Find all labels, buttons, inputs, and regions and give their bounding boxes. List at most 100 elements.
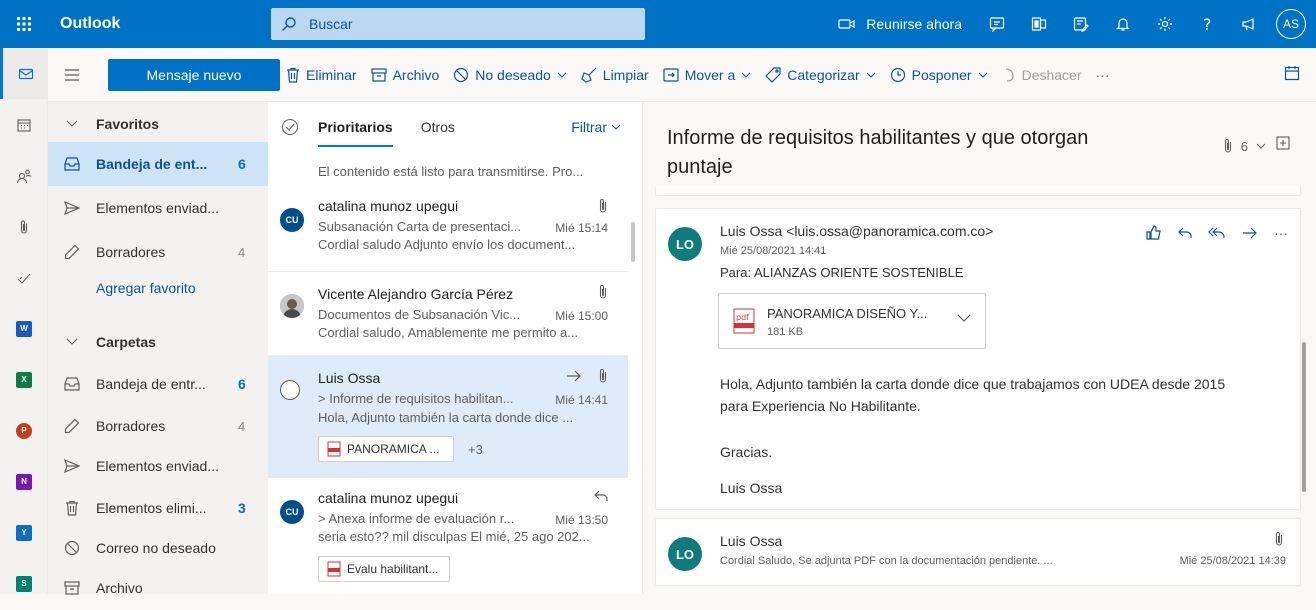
add-favorite-label: Agregar favorito: [96, 280, 196, 296]
forward-icon[interactable]: [1242, 227, 1258, 239]
tab-other[interactable]: Otros: [421, 102, 455, 152]
folder-fav-inbox[interactable]: Bandeja de ent... 6: [48, 142, 268, 186]
junk-button[interactable]: No deseado: [453, 67, 567, 83]
unread-count: 3: [238, 500, 246, 516]
categorize-button[interactable]: Categorizar: [765, 67, 876, 83]
notes-icon[interactable]: [1060, 0, 1102, 48]
unread-count: 6: [238, 376, 246, 392]
recipients[interactable]: Para: ALIANZAS ORIENTE SOSTENIBLE: [720, 265, 963, 280]
delete-label: Eliminar: [306, 67, 357, 83]
previous-message-edge: [655, 186, 1301, 196]
more-actions-button[interactable]: ···: [1096, 67, 1110, 83]
add-favorite-link[interactable]: Agregar favorito: [48, 266, 268, 310]
move-to-button[interactable]: Mover a: [663, 67, 752, 83]
message-item[interactable]: Vicente Alejandro García Pérez Documento…: [268, 272, 628, 356]
new-message-button[interactable]: Mensaje nuevo: [108, 58, 280, 91]
expand-icon[interactable]: [1276, 136, 1290, 150]
excel-app-icon[interactable]: X: [0, 354, 48, 405]
message-item[interactable]: CU catalina munoz upegui > Anexa informe…: [268, 478, 628, 594]
top-bar: Outlook Buscar Reunirse ahora ? AS: [0, 0, 1316, 48]
archive-button[interactable]: Archivo: [370, 67, 439, 83]
mail-app-icon[interactable]: [0, 48, 48, 99]
avatar: CU: [280, 208, 304, 232]
search-input[interactable]: Buscar: [309, 16, 353, 32]
help-icon[interactable]: ?: [1186, 0, 1228, 48]
unread-count: 6: [238, 156, 246, 172]
attachment-card[interactable]: pdf PANORAMICA DISEÑO Y... 181 KB: [718, 293, 986, 349]
bell-icon[interactable]: [1102, 0, 1144, 48]
word-app-icon[interactable]: W: [0, 303, 48, 354]
broom-icon: [581, 67, 597, 83]
attachment-chip[interactable]: PANORAMICA ...: [318, 436, 454, 462]
delete-button[interactable]: Eliminar: [286, 67, 357, 83]
chevron-down-icon[interactable]: [957, 314, 971, 322]
reply-all-icon[interactable]: [1208, 227, 1226, 239]
favorites-header[interactable]: Favoritos: [48, 102, 268, 146]
search-box[interactable]: Buscar: [271, 8, 645, 40]
teams-chat-icon[interactable]: [976, 0, 1018, 48]
sender-address[interactable]: Luis Ossa <luis.ossa@panoramica.com.co>: [720, 223, 993, 239]
filter-button[interactable]: Filtrar: [571, 119, 621, 135]
attachment-size: 181 KB: [767, 326, 804, 338]
paperclip-icon: [598, 284, 608, 300]
files-app-icon[interactable]: [0, 201, 48, 252]
sway-app-icon[interactable]: S: [0, 558, 48, 609]
like-icon[interactable]: [1146, 225, 1162, 241]
megaphone-icon[interactable]: [1228, 0, 1270, 48]
folder-archive[interactable]: Archivo: [48, 566, 268, 610]
folder-junk[interactable]: Correo no deseado: [48, 526, 268, 570]
tab-focused[interactable]: Prioritarios: [318, 102, 393, 152]
collapsed-message-card[interactable]: LO Luis Ossa Cordial Saludo, Se adjunta …: [655, 518, 1301, 586]
message-item[interactable]: CU catalina munoz upegui Subsanación Car…: [268, 186, 628, 272]
powerpoint-app-icon[interactable]: P: [0, 405, 48, 456]
folder-drafts[interactable]: Borradores 4: [48, 404, 268, 448]
people-app-icon[interactable]: [0, 150, 48, 201]
message-item-selected[interactable]: Luis Ossa > Informe de requisitos habili…: [268, 356, 628, 478]
thread-count: 6: [1240, 138, 1248, 154]
previous-message-preview[interactable]: El contenido está listo para transmitirs…: [318, 164, 583, 179]
snooze-button[interactable]: Posponer: [890, 67, 988, 83]
more-attachments[interactable]: +3: [468, 442, 483, 457]
message-time: Mié 15:14: [555, 221, 608, 235]
hamburger-menu-icon[interactable]: [48, 53, 96, 97]
select-all-checkbox[interactable]: [282, 119, 298, 135]
app-rail: W X P N Y S: [0, 48, 48, 594]
pencil-icon: [48, 418, 96, 434]
block-icon: [453, 67, 469, 83]
sweep-button[interactable]: Limpiar: [581, 67, 649, 83]
reply-icon[interactable]: [1178, 227, 1192, 239]
folder-sent[interactable]: Elementos enviad...: [48, 444, 268, 488]
chevron-down-icon: [741, 72, 751, 78]
body-paragraph: Luis Ossa: [720, 480, 783, 496]
reading-pane-scrollbar[interactable]: [1302, 342, 1306, 492]
message-subject: > Informe de requisitos habilitan...: [318, 391, 514, 406]
attachment-chip[interactable]: Evalu habilitant...: [318, 556, 450, 582]
message-list-scrollbar[interactable]: [631, 222, 635, 262]
calendar-app-icon[interactable]: [0, 99, 48, 150]
yammer-app-icon[interactable]: Y: [0, 507, 48, 558]
message-sender: Vicente Alejandro García Pérez: [318, 286, 514, 302]
more-icon[interactable]: ···: [1274, 225, 1288, 241]
meet-now-button[interactable]: Reunirse ahora: [824, 0, 976, 48]
send-icon: [48, 459, 96, 473]
inbox-icon: [48, 157, 96, 171]
message-preview: Cordial saludo Adjunto envío los documen…: [318, 237, 576, 252]
select-message-radio[interactable]: [280, 380, 300, 400]
thread-attachments-control[interactable]: 6: [1223, 138, 1266, 154]
office-apps-icon[interactable]: [1018, 0, 1060, 48]
todo-app-icon[interactable]: [0, 252, 48, 303]
command-bar: Mensaje nuevo Eliminar Archivo No desead…: [48, 48, 1316, 102]
folder-inbox[interactable]: Bandeja de entr... 6: [48, 362, 268, 406]
app-launcher-icon[interactable]: [0, 0, 48, 48]
user-avatar[interactable]: AS: [1276, 9, 1306, 39]
folder-deleted[interactable]: Elementos elimi... 3: [48, 486, 268, 530]
folder-fav-sent[interactable]: Elementos enviad...: [48, 186, 268, 230]
folders-header[interactable]: Carpetas: [48, 320, 268, 364]
gear-icon[interactable]: [1144, 0, 1186, 48]
onenote-app-icon[interactable]: N: [0, 456, 48, 507]
video-camera-icon: [838, 17, 856, 31]
app-title[interactable]: Outlook: [48, 15, 270, 33]
undo-button[interactable]: Deshacer: [1002, 67, 1082, 83]
calendar-panel-icon[interactable]: [1284, 65, 1300, 81]
trash-icon: [286, 67, 300, 83]
